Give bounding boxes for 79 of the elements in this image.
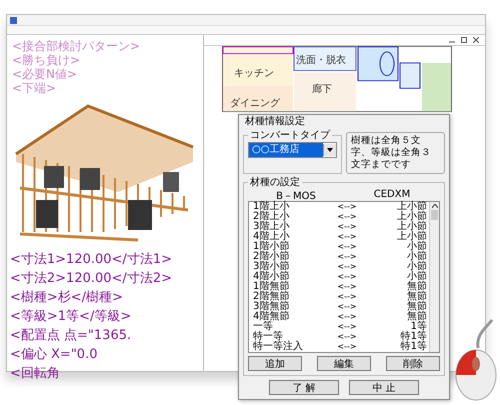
- target-cell[interactable]: 無節: [383, 292, 427, 302]
- source-cell[interactable]: 2階上小: [253, 212, 311, 222]
- source-cell[interactable]: 1階上小: [253, 202, 311, 212]
- source-cell[interactable]: 1階小節: [253, 242, 311, 252]
- arrow-cell[interactable]: <-->: [311, 342, 383, 352]
- arrow-cell[interactable]: <-->: [311, 242, 383, 252]
- column-header: B－MOS: [276, 190, 317, 202]
- xml-overlay-text: <寸法1>120.00</寸法1>: [10, 251, 172, 268]
- group-label: 材種の設定: [249, 176, 301, 189]
- arrow-cell[interactable]: <-->: [311, 212, 383, 222]
- target-cell[interactable]: 上小節: [383, 212, 427, 222]
- scrollbar[interactable]: [429, 202, 439, 352]
- room-label: キッチン: [234, 67, 274, 80]
- xml-overlay-text: <樹種>杉</樹種>: [10, 289, 123, 306]
- xml-overlay-text: <偏心 X="0.0: [10, 346, 98, 363]
- arrow-cell[interactable]: <-->: [311, 322, 383, 332]
- source-cell[interactable]: 4階小節: [253, 272, 311, 282]
- target-cell[interactable]: 上小節: [383, 222, 427, 232]
- arrow-cell[interactable]: <-->: [311, 272, 383, 282]
- column-header: CEDXM: [372, 189, 412, 200]
- arrow-cell[interactable]: <-->: [311, 262, 383, 272]
- arrow-cell[interactable]: <-->: [311, 282, 383, 292]
- target-cell[interactable]: 小節: [383, 262, 427, 272]
- source-cell[interactable]: 4階無節: [253, 312, 311, 322]
- target-cell[interactable]: 1等: [383, 322, 427, 332]
- source-cell[interactable]: 4階上小: [253, 232, 311, 242]
- source-cell[interactable]: 3階小節: [253, 262, 311, 272]
- dialog-button[interactable]: 中 止: [349, 380, 419, 395]
- arrow-cell[interactable]: <-->: [311, 312, 383, 322]
- target-cell[interactable]: 特1等: [383, 342, 427, 352]
- arrow-cell[interactable]: <-->: [311, 302, 383, 312]
- xml-overlay-text: <配置点 点="1365.: [10, 327, 132, 344]
- arrow-cell[interactable]: <-->: [311, 252, 383, 262]
- arrow-cell[interactable]: <-->: [311, 332, 383, 342]
- target-cell[interactable]: 上小節: [383, 202, 427, 212]
- caret-icon: [327, 148, 333, 152]
- list-action-button[interactable]: 編集: [317, 356, 371, 371]
- room-label: 洗面・脱衣: [296, 54, 346, 67]
- source-cell[interactable]: 2階小節: [253, 252, 311, 262]
- maximize-icon[interactable]: [461, 37, 467, 43]
- list-action-button[interactable]: 追加: [248, 356, 302, 371]
- arrow-cell[interactable]: <-->: [311, 202, 383, 212]
- source-cell[interactable]: 2階無節: [253, 292, 311, 302]
- scroll-up-icon[interactable]: [432, 204, 438, 208]
- dialog-button[interactable]: 了 解: [269, 380, 339, 395]
- target-cell[interactable]: 小節: [383, 242, 427, 252]
- note-text: 樹種は全角５文字、等級は全角３文字までです: [346, 132, 445, 174]
- arrow-cell[interactable]: <-->: [311, 222, 383, 232]
- room-label: ダイニング: [230, 97, 280, 110]
- convert-type-dropdown[interactable]: ○○工務店: [248, 142, 337, 158]
- group-label: コンバートタイプ: [249, 128, 332, 142]
- xml-overlay-text: <勝ち負け>: [12, 52, 80, 68]
- arrow-cell[interactable]: <-->: [311, 232, 383, 242]
- xml-overlay-text: <回転角: [10, 365, 60, 382]
- target-cell[interactable]: 無節: [383, 302, 427, 312]
- source-cell[interactable]: 一等: [253, 322, 311, 332]
- room-label: 廊下: [312, 82, 332, 96]
- xml-overlay-text: <下端>: [12, 80, 56, 97]
- list-action-button[interactable]: 削除: [386, 356, 440, 371]
- arrow-cell[interactable]: <-->: [311, 292, 383, 302]
- source-cell[interactable]: 特一等: [253, 332, 311, 342]
- source-cell[interactable]: 特一等注入: [253, 342, 311, 352]
- xml-overlay-text: <接合部検討パターン>: [12, 38, 140, 54]
- dialog-title: 材種情報設定: [244, 115, 306, 128]
- target-cell[interactable]: 無節: [383, 282, 427, 292]
- target-cell[interactable]: 小節: [383, 252, 427, 262]
- source-cell[interactable]: 1階無節: [253, 282, 311, 292]
- xml-overlay-text: <寸法2>120.00</寸法2>: [10, 270, 172, 287]
- target-cell[interactable]: 無節: [383, 312, 427, 322]
- target-cell[interactable]: 特1等: [383, 332, 427, 342]
- close-icon[interactable]: [473, 37, 479, 43]
- xml-overlay-text: <必要N値>: [12, 66, 78, 82]
- scrollbar-thumb[interactable]: [431, 210, 438, 220]
- target-cell[interactable]: 小節: [383, 272, 427, 282]
- app-icon: [10, 16, 17, 24]
- target-cell[interactable]: 上小節: [383, 232, 427, 242]
- xml-overlay-text: <等級>1等</等級>: [10, 308, 132, 325]
- source-cell[interactable]: 3階上小: [253, 222, 311, 232]
- source-cell[interactable]: 3階無節: [253, 302, 311, 312]
